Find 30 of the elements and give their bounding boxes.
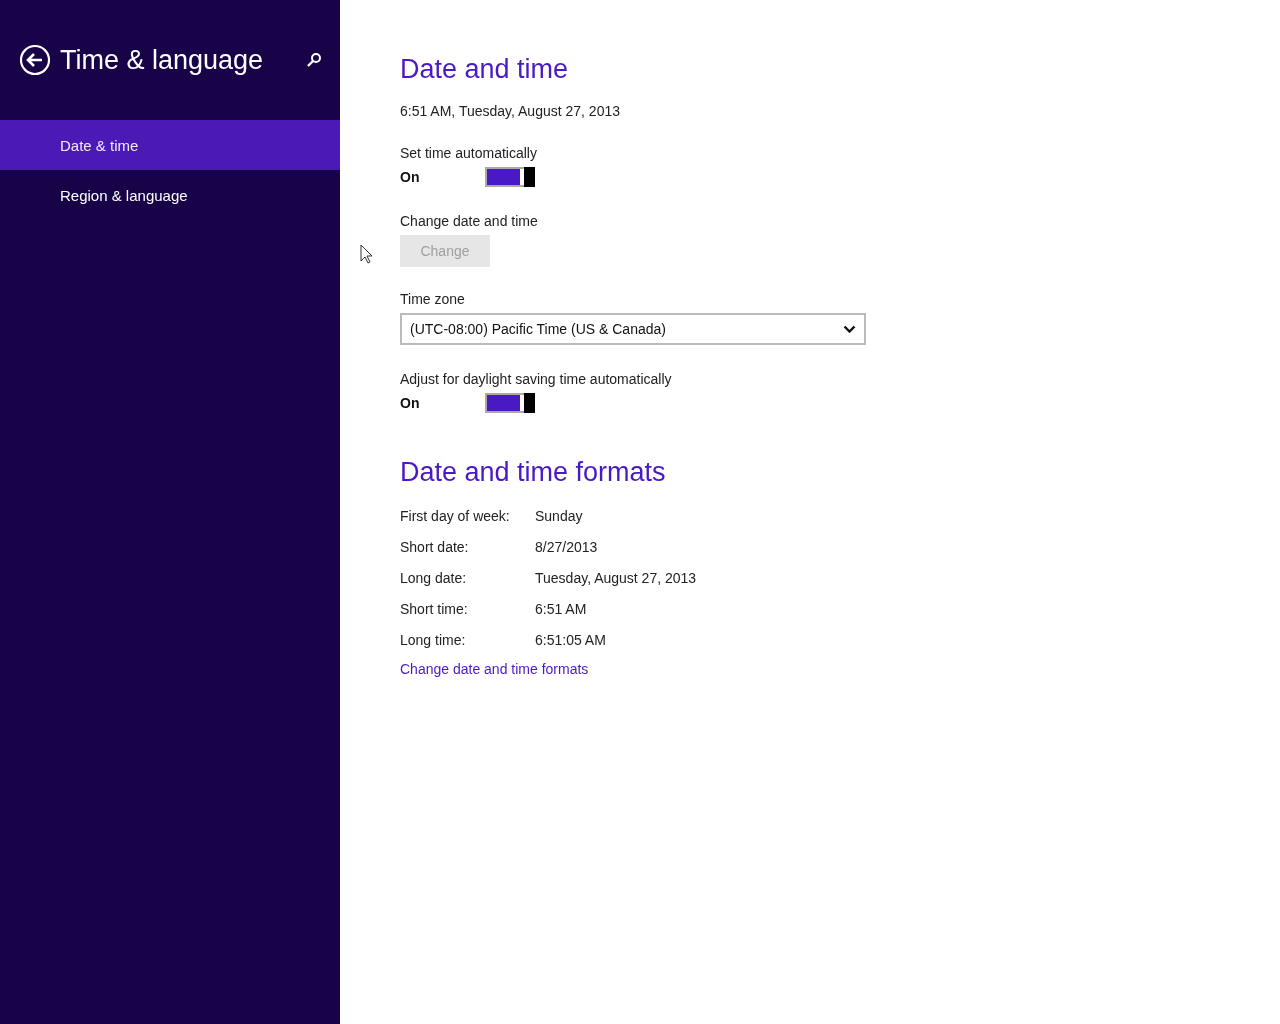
format-value: 6:51 AM — [535, 600, 587, 617]
setting-label: Change date and time — [400, 213, 539, 229]
toggle-state-text: On — [400, 169, 421, 185]
toggle-state-text: On — [400, 395, 421, 411]
format-label: Long date: — [400, 569, 468, 586]
setting-label: Time zone — [400, 291, 466, 307]
chevron-down-icon — [843, 325, 856, 333]
time-zone-dropdown[interactable]: (UTC-08:00) Pacific Time (US & Canada) — [400, 313, 866, 345]
format-label: Short time: — [400, 600, 469, 617]
back-icon[interactable] — [19, 44, 51, 76]
setting-label: Set time automatically — [400, 145, 538, 161]
format-label: Short date: — [400, 538, 470, 555]
nav-item[interactable]: Region & language — [0, 170, 340, 220]
current-date-time: 6:51 AM, Tuesday, August 27, 2013 — [400, 103, 621, 119]
format-label: Long time: — [400, 631, 467, 648]
setting-label: Adjust for daylight saving time automatically — [400, 371, 673, 387]
format-value: 8/27/2013 — [535, 538, 598, 555]
nav-item[interactable]: Date & time — [0, 120, 340, 170]
format-value: Tuesday, August 27, 2013 — [535, 569, 697, 586]
toggle-switch[interactable] — [485, 167, 535, 187]
format-value: 6:51:05 AM — [535, 631, 606, 648]
sidebar-title: Time & language — [60, 44, 265, 76]
format-value: Sunday — [535, 507, 583, 524]
toggle-switch[interactable] — [485, 393, 535, 413]
search-icon[interactable] — [306, 52, 322, 68]
format-label: First day of week: — [400, 507, 511, 524]
section-heading: Date and time formats — [400, 457, 667, 488]
change-formats-link[interactable]: Change date and time formats — [400, 661, 589, 677]
mouse-pointer-icon — [360, 244, 373, 264]
section-heading: Date and time — [400, 54, 570, 85]
